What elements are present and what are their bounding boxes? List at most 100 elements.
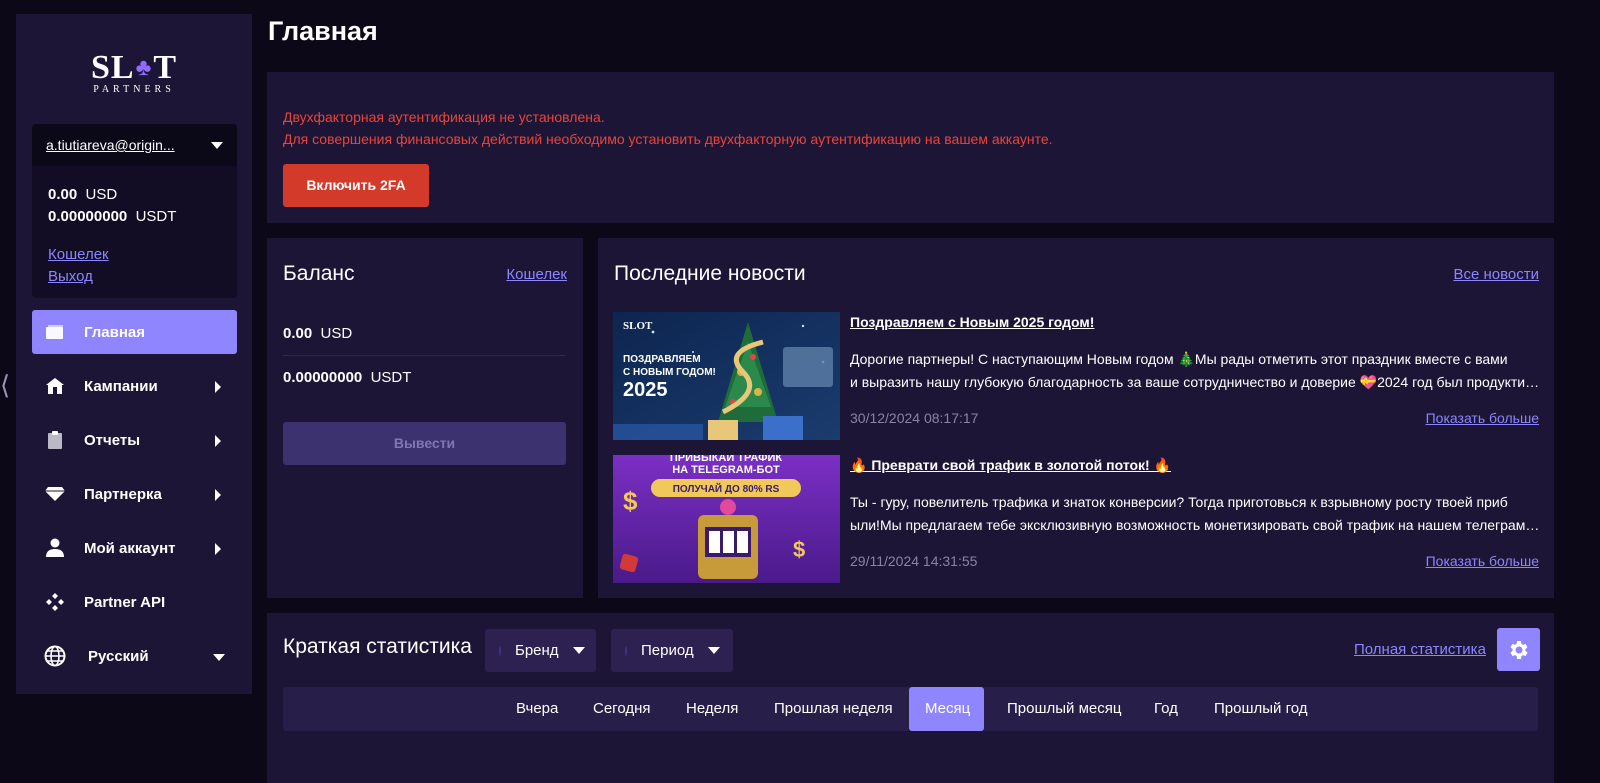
nav-item-home[interactable]: Главная — [32, 310, 237, 354]
period-tabs: Вчера Сегодня Неделя Прошлая неделя Меся… — [283, 687, 1538, 731]
news-item-text: Дорогие партнеры! С наступающим Новым го… — [850, 348, 1540, 394]
logout-link[interactable]: Выход — [48, 266, 221, 288]
chevron-down-icon[interactable] — [211, 141, 223, 149]
enable-2fa-button[interactable]: Включить 2FA — [283, 164, 429, 207]
balance-usdt-value: 0.00000000 — [48, 208, 128, 225]
nav-item-label: Мой аккаунт — [84, 539, 176, 557]
news-text-line: Ты - гуру, повелитель трафика и знаток к… — [850, 494, 1508, 510]
chevron-right-icon — [215, 381, 221, 393]
news-text-line: и выразить нашу глубокую благодарность з… — [850, 374, 1540, 390]
news-image-year: 2025 — [623, 379, 668, 401]
nav-item-label: Кампании — [84, 377, 158, 395]
account-email[interactable]: a.tiutiareva@origin... — [46, 137, 191, 153]
wallet-link[interactable]: Кошелек — [48, 244, 221, 266]
main-nav: Главная Кампании Отчеты Партнерка Мой ак… — [32, 310, 237, 688]
stats-settings-button[interactable] — [1497, 628, 1540, 671]
gear-icon — [1509, 640, 1528, 659]
news-image-logo: SLOT — [623, 320, 653, 332]
news-item-text: Ты - гуру, повелитель трафика и знаток к… — [850, 491, 1540, 537]
withdraw-button[interactable]: Вывести — [283, 422, 566, 465]
diamond-icon — [44, 484, 66, 504]
news-item-date: 29/11/2024 14:31:55 — [850, 553, 978, 569]
globe-icon — [44, 645, 66, 667]
period-tab-last-year[interactable]: Прошлый год — [1198, 687, 1324, 731]
balance-usdt-currency: USDT — [135, 208, 177, 225]
period-tab-year[interactable]: Год — [1138, 687, 1194, 731]
house-icon — [44, 376, 66, 396]
nav-item-label: Главная — [84, 323, 146, 341]
svg-text:$: $ — [623, 486, 638, 516]
twofa-message: Двухфакторная аутентификация не установл… — [283, 106, 1053, 150]
chevron-right-icon — [215, 435, 221, 447]
nav-item-partner[interactable]: Партнерка — [32, 472, 237, 516]
radio-dot-icon — [499, 645, 501, 656]
nav-item-label: Partner API — [84, 593, 166, 611]
logo[interactable]: SL ♣ T PARTNERS — [16, 50, 252, 106]
chevron-right-icon — [215, 543, 221, 555]
nav-item-partner-api[interactable]: Partner API — [32, 580, 237, 624]
news-item-title[interactable]: Поздравляем с Новым 2025 годом! — [850, 314, 1094, 330]
news-panel: Последние новости Все новости SLOT ПОЗДР… — [598, 238, 1554, 598]
period-tab-month[interactable]: Месяц — [909, 687, 984, 731]
show-more-link[interactable]: Показать больше — [1426, 410, 1539, 426]
club-suit-icon: ♣ — [135, 55, 153, 81]
news-item: SLOT ПОЗДРАВЛЯЕМ С НОВЫМ ГОДОМ! 2025 Поз… — [613, 312, 1540, 440]
show-more-link[interactable]: Показать больше — [1426, 553, 1539, 569]
news-title: Последние новости — [614, 262, 806, 285]
logo-subtitle: PARTNERS — [93, 84, 175, 95]
balance-usdt-currency: USDT — [370, 369, 412, 386]
account-balance-usdt: 0.00000000 USDT — [48, 206, 221, 228]
twofa-line-1: Двухфакторная аутентификация не установл… — [283, 109, 605, 125]
logo-text-left: SL — [90, 49, 135, 86]
balance-usdt-value: 0.00000000 — [283, 369, 363, 386]
period-tab-last-week[interactable]: Прошлая неделя — [758, 687, 909, 731]
balance-panel: Баланс Кошелек 0.00 USD 0.00000000 USDT … — [267, 238, 583, 598]
chevron-down-icon — [213, 654, 225, 661]
language-selector[interactable]: Русский — [32, 634, 237, 678]
sidebar: SL ♣ T PARTNERS a.tiutiareva@origin... 0… — [16, 14, 252, 694]
account-dropdown[interactable]: a.tiutiareva@origin... — [32, 124, 237, 166]
balance-usd-currency: USD — [85, 186, 118, 203]
twofa-line-2: Для совершения финансовых действий необх… — [283, 131, 1053, 147]
news-item-date: 30/12/2024 08:17:17 — [850, 410, 979, 426]
stats-title: Краткая статистика — [283, 635, 472, 658]
radio-dot-icon — [625, 645, 627, 656]
brand-select[interactable]: Бренд — [485, 629, 596, 672]
api-icon — [44, 592, 66, 612]
brand-select-label: Бренд — [515, 642, 559, 659]
news-item-title[interactable]: 🔥 Преврати свой трафик в золотой поток! … — [850, 457, 1171, 474]
balance-usd-value: 0.00 — [283, 325, 313, 342]
period-tab-yesterday[interactable]: Вчера — [500, 687, 574, 731]
news-text-line: ыли!Мы предлагаем тебе эксклюзивную возм… — [850, 517, 1540, 533]
twofa-warning-panel: Двухфакторная аутентификация не установл… — [267, 72, 1554, 223]
period-tab-week[interactable]: Неделя — [670, 687, 754, 731]
balance-title: Баланс — [283, 262, 355, 285]
nav-item-campaigns[interactable]: Кампании — [32, 364, 237, 408]
chevron-down-icon — [707, 647, 720, 654]
period-tab-today[interactable]: Сегодня — [577, 687, 667, 731]
svg-text:$: $ — [793, 537, 805, 562]
chevron-right-icon — [215, 489, 221, 501]
balance-usd-value: 0.00 — [48, 186, 78, 203]
balance-usdt: 0.00000000 USDT — [283, 369, 411, 386]
nav-item-reports[interactable]: Отчеты — [32, 418, 237, 462]
news-image-new-year[interactable]: SLOT ПОЗДРАВЛЯЕМ С НОВЫМ ГОДОМ! 2025 — [613, 312, 840, 440]
user-icon — [44, 538, 66, 558]
account-links: Кошелек Выход — [32, 228, 237, 288]
period-select[interactable]: Период — [611, 629, 733, 672]
full-stats-link[interactable]: Полная статистика — [1354, 641, 1486, 658]
news-image-text: ПОЛУЧАЙ ДО 80% RS — [673, 482, 780, 495]
news-image-text: НА TELEGRAM-БОТ — [672, 464, 780, 476]
balance-wallet-link[interactable]: Кошелек — [506, 266, 567, 283]
nav-item-label: Партнерка — [84, 485, 162, 503]
balance-usd-currency: USD — [320, 325, 353, 342]
news-image-telegram-bot[interactable]: $ $ ПРИВЫКАЙ ТРАФИК НА TELEGRAM-БОТ ПОЛУ… — [613, 455, 840, 583]
account-balance-usd: 0.00 USD — [48, 184, 221, 206]
collapse-sidebar-icon[interactable]: ⟨ — [0, 368, 12, 402]
news-image-text: ПРИВЫКАЙ ТРАФИК — [670, 455, 783, 464]
all-news-link[interactable]: Все новости — [1453, 266, 1539, 283]
logo-text-right: T — [153, 49, 178, 86]
period-tab-last-month[interactable]: Прошлый месяц — [991, 687, 1137, 731]
news-image-text: ПОЗДРАВЛЯЕМ — [623, 354, 701, 365]
nav-item-my-account[interactable]: Мой аккаунт — [32, 526, 237, 570]
